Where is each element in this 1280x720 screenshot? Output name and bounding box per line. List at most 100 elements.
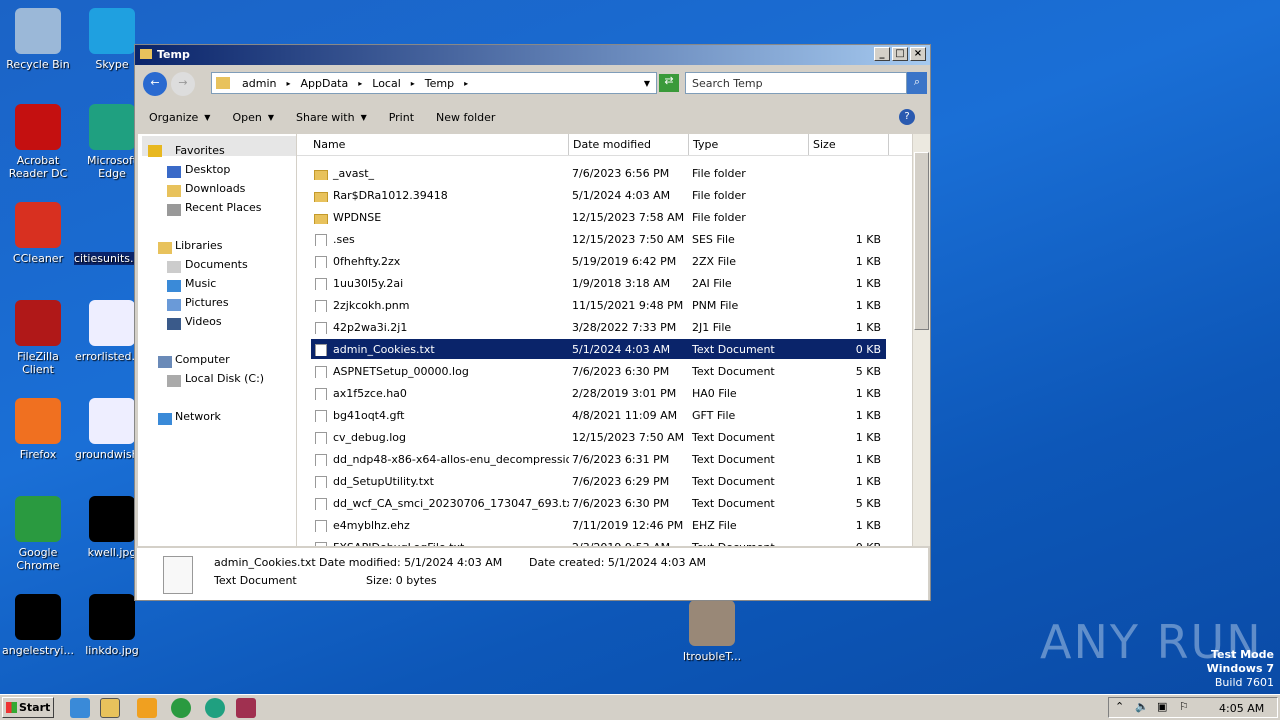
chevron-right-icon[interactable]: ▸	[358, 79, 362, 88]
nav-computer[interactable]: Computer	[175, 353, 230, 366]
file-row[interactable]: Rar$DRa1012.39418 5/1/2024 4:03 AM File fo…	[311, 185, 886, 205]
chevron-right-icon[interactable]: ▸	[464, 79, 468, 88]
nav-icon	[158, 356, 172, 368]
volume-icon[interactable]: 🔈	[1135, 700, 1149, 713]
app-icon	[89, 594, 135, 640]
clock[interactable]: 4:05 AM	[1219, 702, 1264, 715]
start-button[interactable]: Start	[2, 697, 54, 718]
desktop-icon[interactable]: Firefox	[0, 398, 76, 461]
chevron-right-icon[interactable]: ▸	[411, 79, 415, 88]
explorer-taskbar-icon[interactable]	[100, 698, 120, 718]
ie-taskbar-icon[interactable]	[70, 698, 90, 718]
file-date: 12/15/2023 7:50 AM	[572, 430, 685, 444]
desktop-icon[interactable]: Acrobat Reader DC	[0, 104, 76, 180]
help-icon[interactable]: ?	[899, 109, 915, 125]
chevron-down-icon[interactable]: ▼	[361, 113, 367, 122]
column-name[interactable]: Name	[297, 134, 569, 155]
chevron-right-icon[interactable]: ▸	[286, 79, 290, 88]
file-size: 1 KB	[855, 474, 881, 488]
nav-item[interactable]: Videos	[185, 315, 222, 328]
desktop-icon[interactable]: Google Chrome	[0, 496, 76, 572]
nav-item[interactable]: Recent Places	[185, 201, 262, 214]
breadcrumb-item[interactable]: AppData	[300, 77, 348, 90]
search-icon[interactable]: ⌕	[907, 72, 927, 94]
file-row[interactable]: admin_Cookies.txt 5/1/2024 4:03 AM Text Do…	[311, 339, 886, 359]
file-row[interactable]: ASPNETSetup_00000.log 7/6/2023 6:30 PM Tex…	[311, 361, 886, 381]
search-input[interactable]: Search Temp	[685, 72, 907, 94]
scrollbar-thumb[interactable]	[914, 152, 929, 330]
toolbar-print-button[interactable]: Print	[389, 111, 414, 124]
breadcrumb-item[interactable]: Local	[372, 77, 401, 90]
desktop-icon[interactable]: CCleaner	[0, 202, 76, 265]
column-size[interactable]: Size	[809, 134, 889, 155]
file-icon	[163, 556, 193, 594]
desktop-icon[interactable]: angelestryi...	[0, 594, 76, 657]
file-row[interactable]: 2zjkcokh.pnm 11/15/2021 9:48 PM PNM File 1 …	[311, 295, 886, 315]
file-row[interactable]: bg41oqt4.gft 4/8/2021 11:09 AM GFT File 1 K…	[311, 405, 886, 425]
winrar-taskbar-icon[interactable]	[236, 698, 256, 718]
desktop-icon[interactable]: Recycle Bin	[0, 8, 76, 71]
file-row[interactable]: 0fhehfty.2zx 5/19/2019 6:42 PM 2ZX File 1 K…	[311, 251, 886, 271]
file-row[interactable]: WPDNSE 12/15/2023 7:58 AM File folder	[311, 207, 886, 227]
toolbar-new-folder-button[interactable]: New folder	[436, 111, 495, 124]
edge-taskbar-icon[interactable]	[205, 698, 225, 718]
file-name: admin_Cookies.txt	[333, 342, 435, 356]
desktop-icon[interactable]: linkdo.jpg	[74, 594, 150, 657]
address-bar[interactable]: admin ▸ AppData ▸ Local ▸ Temp ▸ ▼	[211, 72, 657, 94]
nav-item[interactable]: Downloads	[185, 182, 245, 195]
file-date: 7/11/2019 12:46 PM	[572, 518, 684, 532]
title-bar[interactable]: Temp _ □ ×	[135, 45, 930, 65]
file-row[interactable]: _avast_ 7/6/2023 6:56 PM File folder	[311, 163, 886, 183]
file-type: Text Document	[692, 430, 775, 444]
toolbar-share-with-button[interactable]: Share with	[296, 111, 355, 124]
chevron-down-icon[interactable]: ▼	[644, 79, 650, 88]
file-row[interactable]: FXSAPIDebugLogFile.txt 2/3/2019 9:53 AMTe…	[311, 537, 886, 546]
desktop-icon[interactable]: ItroubleT...	[674, 600, 750, 663]
back-button[interactable]: ←	[143, 72, 167, 96]
nav-network[interactable]: Network	[175, 410, 221, 423]
file-row[interactable]: dd_ndp48-x86-x64-allos-enu_decompression…	[311, 449, 886, 469]
file-type: 2J1 File	[692, 320, 732, 334]
nav-item[interactable]: Desktop	[185, 163, 230, 176]
refresh-button[interactable]: ⇄	[659, 74, 679, 92]
file-row[interactable]: ax1f5zce.ha0 2/28/2019 3:01 PM HA0 File 1 K…	[311, 383, 886, 403]
file-row[interactable]: cv_debug.log 12/15/2023 7:50 AM Text Docum…	[311, 427, 886, 447]
file-date: 3/28/2022 7:33 PM	[572, 320, 677, 334]
desktop-icon-label: ItroubleT...	[682, 650, 742, 663]
chevron-down-icon[interactable]: ▼	[268, 113, 274, 122]
column-type[interactable]: Type	[689, 134, 809, 155]
scrollbar[interactable]	[913, 134, 930, 546]
nav-item[interactable]: Documents	[185, 258, 248, 271]
file-row[interactable]: 1uu30l5y.2ai 1/9/2018 3:18 AM 2AI File 1 KB	[311, 273, 886, 293]
breadcrumb-item[interactable]: admin	[242, 77, 276, 90]
toolbar-open-button[interactable]: Open	[232, 111, 261, 124]
nav-favorites[interactable]: Favorites	[175, 144, 225, 157]
nav-libraries[interactable]: Libraries	[175, 239, 223, 252]
close-button[interactable]: ×	[910, 47, 926, 61]
nav-item[interactable]: Music	[185, 277, 216, 290]
file-type: HA0 File	[692, 386, 737, 400]
breadcrumb-item[interactable]: Temp	[425, 77, 454, 90]
minimize-button[interactable]: _	[874, 47, 890, 61]
file-row[interactable]: 42p2wa3i.2j1 3/28/2022 7:33 PM 2J1 File 1 K…	[311, 317, 886, 337]
show-hidden-icons-icon[interactable]: ⌃	[1115, 700, 1124, 713]
maximize-button[interactable]: □	[892, 47, 908, 61]
desktop-icon[interactable]: FileZilla Client	[0, 300, 76, 376]
column-date-modified[interactable]: Date modified	[569, 134, 689, 155]
chrome-taskbar-icon[interactable]	[171, 698, 191, 718]
file-row[interactable]: e4myblhz.ehz 7/11/2019 12:46 PM EHZ File 1 …	[311, 515, 886, 535]
nav-item[interactable]: Local Disk (C:)	[185, 372, 264, 385]
forward-button[interactable]: →	[171, 72, 195, 96]
nav-item[interactable]: Pictures	[185, 296, 229, 309]
taskbar: Start ⌃ 🔈 ▣ ⚐ 4:05 AM	[0, 694, 1280, 720]
toolbar-organize-button[interactable]: Organize	[149, 111, 198, 124]
file-row[interactable]: .ses 12/15/2023 7:50 AM SES File 1 KB	[311, 229, 886, 249]
chevron-down-icon[interactable]: ▼	[204, 113, 210, 122]
media-player-taskbar-icon[interactable]	[137, 698, 157, 718]
action-center-flag-icon[interactable]: ⚐	[1179, 700, 1189, 713]
file-row[interactable]: dd_SetupUtility.txt 7/6/2023 6:29 PM Text …	[311, 471, 886, 491]
nav-icon	[158, 242, 172, 254]
file-row[interactable]: dd_wcf_CA_smci_20230706_173047_693.txt 7/…	[311, 493, 886, 513]
network-icon[interactable]: ▣	[1157, 700, 1167, 713]
file-type: EHZ File	[692, 518, 737, 532]
